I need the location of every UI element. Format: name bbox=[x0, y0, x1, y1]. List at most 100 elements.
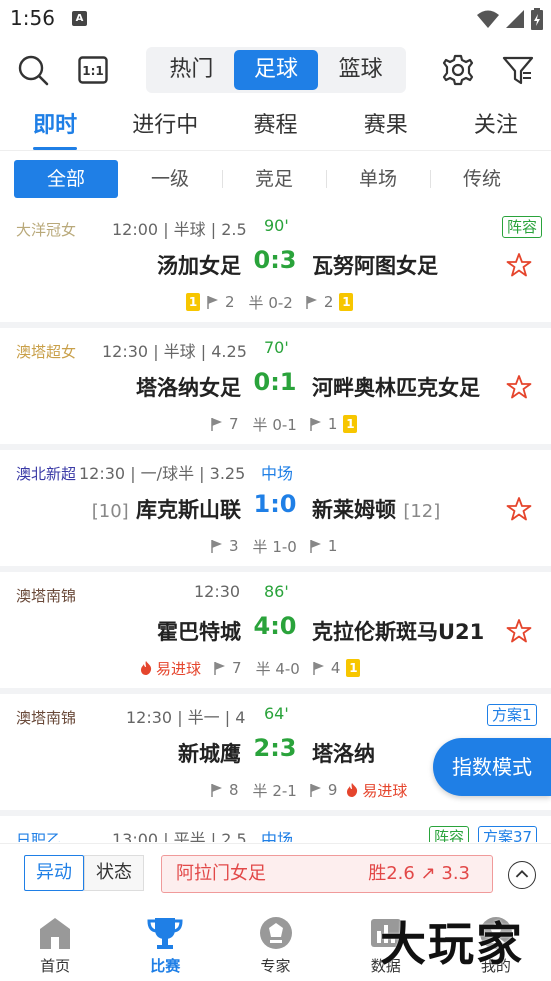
chevron-up-icon[interactable] bbox=[508, 861, 536, 889]
segment-hot[interactable]: 热门 bbox=[149, 50, 234, 90]
away-team-name: 新莱姆顿 bbox=[312, 498, 396, 522]
filter-button[interactable] bbox=[502, 54, 534, 86]
index-mode-button[interactable]: 指数模式 bbox=[433, 738, 551, 796]
match-score: 2:3 bbox=[253, 734, 297, 762]
segment-football[interactable]: 足球 bbox=[233, 50, 319, 90]
match-status: 中场 bbox=[261, 830, 294, 842]
match-stats: 8 半 2-1 9 易进球 bbox=[210, 780, 407, 800]
home-icon bbox=[40, 918, 71, 949]
handicap: 半一 bbox=[187, 708, 220, 727]
status-button[interactable]: 状态 bbox=[84, 855, 144, 891]
search-button[interactable] bbox=[16, 53, 50, 87]
corner-flag-icon bbox=[211, 418, 222, 431]
match-card[interactable]: 澳北新超 12:30 | 一/球半 | 3.25 中场 [10] 库克斯山联 1… bbox=[0, 450, 551, 566]
easy-goal-badge: 易进球 bbox=[345, 780, 407, 801]
away-corners: 1 bbox=[327, 537, 338, 555]
nav-expert[interactable]: 专家 bbox=[220, 903, 330, 981]
away-team: 塔洛纳 bbox=[312, 742, 375, 766]
match-time: 12:30 bbox=[194, 582, 241, 601]
home-team: 新城鹰 bbox=[178, 742, 241, 766]
league-name: 澳塔南锦 bbox=[16, 587, 77, 605]
nav-home[interactable]: 首页 bbox=[0, 903, 110, 981]
handicap: 一/球半 bbox=[140, 464, 195, 483]
filter-all[interactable]: 全部 bbox=[14, 159, 118, 198]
match-status: 中场 bbox=[261, 464, 294, 483]
change-button[interactable]: 异动 bbox=[24, 855, 84, 891]
filter-traditional[interactable]: 传统 bbox=[430, 160, 534, 198]
lineup-tag[interactable]: 阵容 bbox=[429, 826, 470, 842]
match-time: 12:30 bbox=[126, 708, 173, 727]
away-corners: 2 bbox=[323, 293, 334, 311]
tab-instant[interactable]: 即时 bbox=[0, 104, 110, 150]
match-status: 90' bbox=[264, 216, 289, 235]
half-score: 半 0-1 bbox=[252, 415, 297, 434]
svg-text:1:1: 1:1 bbox=[82, 64, 104, 78]
league-name: 澳塔超女 bbox=[16, 343, 77, 361]
tab-in-progress[interactable]: 进行中 bbox=[110, 104, 220, 150]
plan-tag[interactable]: 方案1 bbox=[487, 704, 537, 726]
yellow-card-icon: 1 bbox=[339, 293, 354, 311]
home-corners: 8 bbox=[229, 781, 239, 799]
total-line: 3.25 bbox=[209, 464, 246, 483]
star-icon[interactable] bbox=[506, 374, 532, 400]
match-card[interactable]: 澳塔南锦 12:30 86' 霍巴特城 4:0 克拉伦斯斑马U21 易进球 7 … bbox=[0, 572, 551, 688]
home-corners: 7 bbox=[232, 659, 242, 677]
total-line: 2.5 bbox=[221, 830, 247, 842]
star-icon[interactable] bbox=[506, 618, 532, 644]
home-team-name: 库克斯山联 bbox=[136, 498, 241, 522]
away-corners: 9 bbox=[327, 781, 338, 799]
filter-level-one[interactable]: 一级 bbox=[118, 160, 222, 198]
match-score: 1:0 bbox=[253, 490, 297, 518]
home-rank: [10] bbox=[91, 501, 129, 522]
match-time: 12:00 bbox=[112, 220, 159, 239]
lineup-tag[interactable]: 阵容 bbox=[502, 216, 543, 238]
match-score: 0:1 bbox=[253, 368, 297, 396]
away-rank: [12] bbox=[403, 501, 441, 522]
away-team: 克拉伦斯斑马U21 bbox=[312, 620, 485, 644]
match-card[interactable]: 澳塔超女 12:30 | 半球 | 4.25 70' 塔洛纳女足 0:1 河畔奥… bbox=[0, 328, 551, 444]
ratio-button[interactable]: 1:1 bbox=[78, 55, 108, 85]
segment-basketball[interactable]: 篮球 bbox=[318, 50, 403, 90]
match-card[interactable]: 日职乙 13:00 | 平半 | 2.5 中场 阵容 方案37 bbox=[0, 816, 551, 842]
match-stats: 易进球 7 半 4-0 4 1 bbox=[139, 658, 361, 678]
away-team: 河畔奥林匹克女足 bbox=[312, 376, 480, 400]
tab-results[interactable]: 赛果 bbox=[331, 104, 441, 150]
nav-match[interactable]: 比赛 bbox=[110, 903, 220, 981]
star-icon[interactable] bbox=[506, 252, 532, 278]
half-score: 半 2-1 bbox=[252, 781, 297, 800]
corner-flag-icon bbox=[214, 662, 226, 675]
tab-following[interactable]: 关注 bbox=[441, 104, 551, 150]
league-name: 日职乙 bbox=[16, 831, 62, 842]
match-stats: 1 2 半 0-2 2 1 bbox=[186, 292, 354, 312]
odds-alert[interactable]: 阿拉门女足 胜2.6 ↗ 3.3 bbox=[161, 855, 493, 893]
match-status: 70' bbox=[264, 338, 289, 357]
gear-icon bbox=[442, 54, 474, 86]
total-line: 4 bbox=[235, 708, 246, 727]
filter-jingzu[interactable]: 竞足 bbox=[222, 160, 326, 198]
status-bar: 1:56 A bbox=[0, 0, 551, 38]
trophy-icon bbox=[147, 918, 183, 949]
status-time: 1:56 bbox=[10, 6, 55, 30]
yellow-card-icon: 1 bbox=[186, 293, 200, 311]
corner-flag-icon bbox=[310, 784, 321, 797]
match-time: 12:30 bbox=[79, 464, 126, 483]
fire-icon bbox=[141, 661, 152, 675]
star-icon[interactable] bbox=[506, 496, 532, 522]
total-line: 4.25 bbox=[211, 342, 247, 361]
league-name: 澳塔南锦 bbox=[16, 709, 77, 727]
settings-button[interactable] bbox=[442, 54, 474, 86]
filter-single[interactable]: 单场 bbox=[326, 160, 430, 198]
match-card[interactable]: 大洋冠女 12:00 | 半球 | 2.5 90' 阵容 汤加女足 0:3 瓦努… bbox=[0, 206, 551, 322]
odds-alert-bar: 异动 状态 阿拉门女足 胜2.6 ↗ 3.3 bbox=[0, 843, 551, 903]
signal-icon bbox=[506, 10, 524, 28]
one-to-one-icon: 1:1 bbox=[78, 56, 108, 84]
alert-team: 阿拉门女足 bbox=[176, 863, 266, 884]
fire-icon bbox=[347, 783, 358, 797]
away-team: 瓦努阿图女足 bbox=[312, 254, 438, 278]
tab-schedule[interactable]: 赛程 bbox=[220, 104, 330, 150]
search-icon bbox=[18, 55, 49, 86]
match-status: 86' bbox=[264, 582, 289, 601]
plan-tag[interactable]: 方案37 bbox=[478, 826, 538, 842]
handicap: 平半 bbox=[173, 830, 206, 842]
sub-filter-bar: 全部 一级 竞足 单场 传统 bbox=[0, 150, 551, 206]
